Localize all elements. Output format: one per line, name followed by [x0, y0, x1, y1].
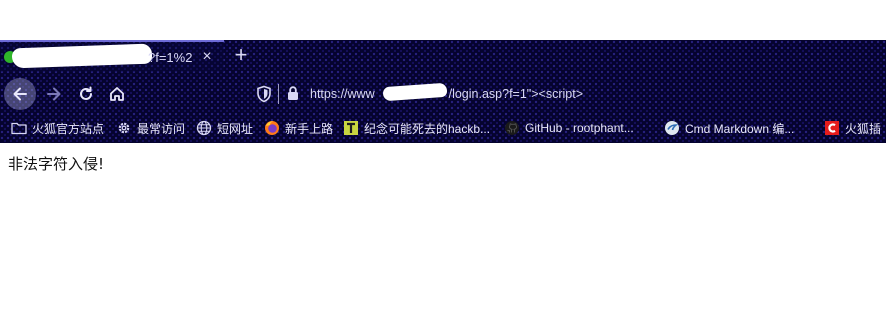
- bookmark-item-firefox-official[interactable]: 火狐官方站点: [11, 118, 104, 138]
- bookmark-label: 最常访问: [137, 121, 186, 136]
- github-icon: [504, 120, 520, 136]
- url-suffix: /login.asp?f=1"><script>: [448, 87, 583, 101]
- url-prefix: https://www: [310, 87, 375, 101]
- browser-chrome: ?f=1%2 × + https://www /login.asp?f=1"><…: [0, 40, 886, 143]
- cmd-markdown-icon: [664, 120, 680, 136]
- bookmark-label: 短网址: [217, 121, 254, 136]
- lock-icon[interactable]: [286, 85, 300, 101]
- firefox-icon: [264, 120, 280, 136]
- bookmark-item-hackbar[interactable]: 纪念可能死去的hackb...: [343, 118, 490, 138]
- globe-icon: [196, 120, 212, 136]
- bookmark-label: 火狐官方站点: [32, 121, 105, 136]
- navigation-bar: https://www/login.asp?f=1"><script>: [0, 76, 886, 112]
- bookmark-item-github[interactable]: GitHub - rootphant...: [504, 118, 634, 138]
- c-logo-icon: [824, 120, 840, 136]
- bookmark-item-getting-started[interactable]: 新手上路: [264, 118, 333, 138]
- tracking-protection-shield-icon[interactable]: [256, 85, 272, 103]
- bookmark-label: Cmd Markdown 编...: [685, 121, 795, 136]
- bookmark-label: 火狐插: [845, 121, 882, 136]
- tab-close-icon[interactable]: ×: [198, 46, 216, 68]
- bookmark-item-cmd-markdown[interactable]: Cmd Markdown 编...: [664, 118, 794, 138]
- tab-title: ?f=1%2: [148, 50, 193, 65]
- gear-icon: [116, 120, 132, 136]
- active-tab[interactable]: ?f=1%2 ×: [0, 40, 224, 72]
- page-message: 非法字符入侵!: [8, 155, 105, 173]
- folder-icon: [11, 120, 27, 136]
- window-top-blank: [0, 0, 886, 40]
- bookmark-item-most-visited[interactable]: 最常访问: [116, 118, 185, 138]
- home-icon: [110, 87, 124, 101]
- arrow-left-icon: [13, 87, 27, 101]
- home-button[interactable]: [101, 78, 133, 110]
- bookmarks-bar: 火狐官方站点 最常访问 短网址 新手上路 纪念可能死去的hackb... Git…: [0, 116, 886, 140]
- reload-icon: [80, 86, 92, 100]
- bookmark-label: 纪念可能死去的hackb...: [364, 121, 491, 136]
- url-separator: [278, 84, 279, 104]
- new-tab-button[interactable]: +: [230, 44, 252, 66]
- bookmark-item-firefox-addons[interactable]: 火狐插: [824, 118, 881, 138]
- bookmark-item-short-url[interactable]: 短网址: [196, 118, 253, 138]
- bookmark-label: 新手上路: [285, 121, 334, 136]
- t-logo-icon: [343, 120, 359, 136]
- reload-button[interactable]: [70, 78, 102, 110]
- forward-button[interactable]: [38, 78, 70, 110]
- tab-title-redaction: [11, 43, 153, 69]
- bookmark-label: GitHub - rootphant...: [525, 121, 634, 135]
- back-button[interactable]: [4, 78, 36, 110]
- arrow-right-icon: [47, 87, 61, 101]
